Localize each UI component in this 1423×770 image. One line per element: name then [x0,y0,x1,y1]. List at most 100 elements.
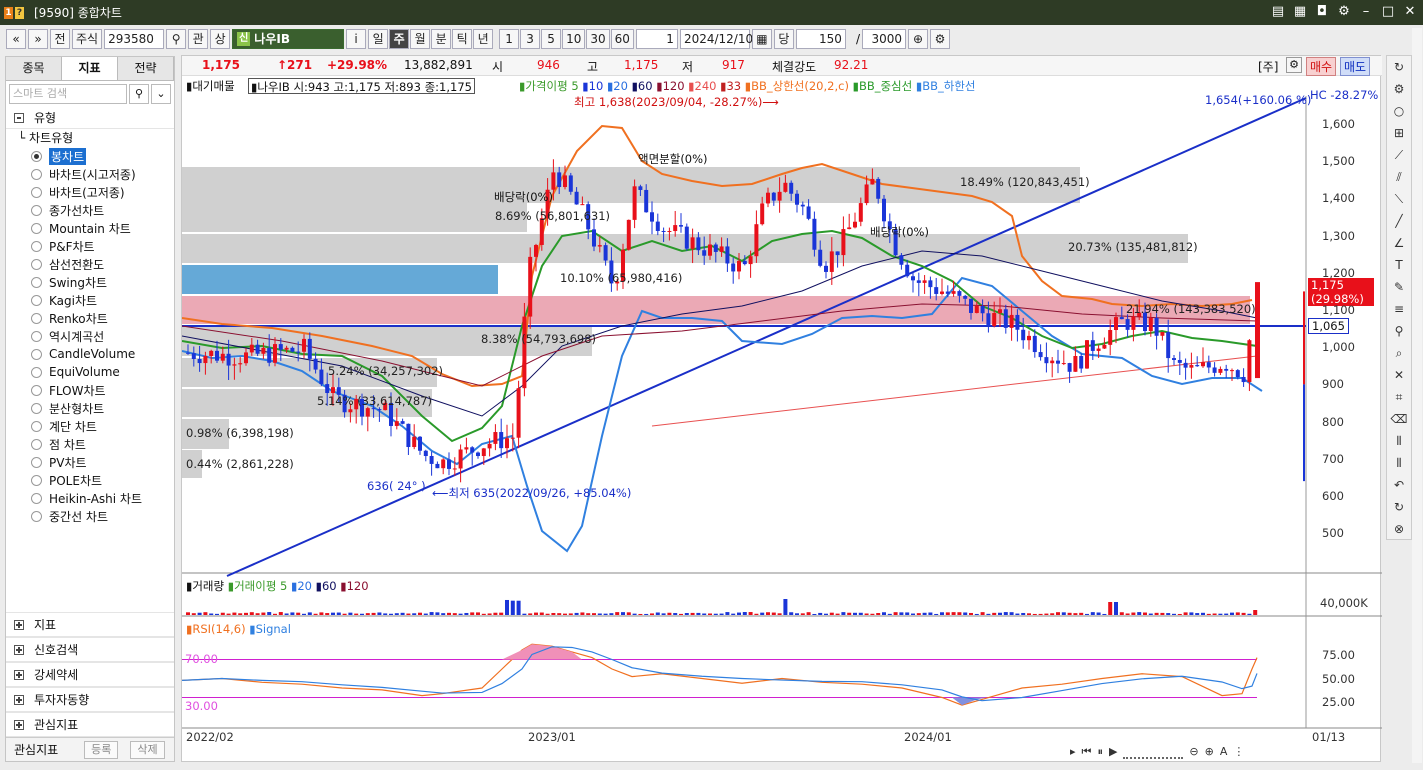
watch-button[interactable]: 관 [188,29,209,49]
chart-type-item[interactable]: P&F차트 [6,237,174,255]
radio-icon[interactable] [31,330,42,342]
vertical-scrollbar[interactable] [1412,28,1422,763]
chart-type-item[interactable]: CandleVolume [6,345,174,363]
today-button[interactable]: 당 [773,29,794,49]
toolbar-settings-icon[interactable]: ⚙ [929,29,950,49]
minute-button-1[interactable]: 3 [520,29,541,49]
bars-icon[interactable]: ⦀ [1387,430,1411,452]
radio-icon[interactable] [31,456,42,468]
register-button[interactable]: 등록 [84,740,119,759]
chart-type-item[interactable]: PV차트 [6,453,174,471]
undo-icon[interactable]: ↶ [1387,474,1411,496]
nav-prev-button[interactable]: « [6,29,26,49]
minimize-icon[interactable]: – [1357,3,1375,21]
expand-icon[interactable] [14,669,24,680]
angle-tool-icon[interactable]: ∠ [1387,232,1411,254]
chart-type-item[interactable]: 계단 차트 [6,417,174,435]
radio-icon[interactable] [31,474,42,486]
chart-type-item[interactable]: 바차트(고저종) [6,183,174,201]
expand-icon[interactable] [14,619,24,630]
zoom-slider[interactable] [1123,745,1184,759]
expand-icon[interactable] [14,694,24,705]
radio-icon[interactable] [31,168,42,180]
chart-type-item[interactable]: FLOW차트 [6,381,174,399]
chart-area[interactable]: 1,175 ↑271 +29.98% 13,882,891 시 946 고 1,… [181,55,1382,763]
radio-icon[interactable] [31,384,42,396]
radio-icon[interactable] [31,510,42,522]
radio-icon[interactable] [31,258,42,270]
pause-icon[interactable]: ⏸ [1097,745,1103,759]
crosshair-icon[interactable]: ✕ [1387,364,1411,386]
pen-tool-icon[interactable]: ✎ [1387,276,1411,298]
chart-type-item[interactable]: 삼선전환도 [6,255,174,273]
radio-icon[interactable] [31,222,42,234]
unit-input[interactable]: 1 [635,29,678,49]
max-count-input[interactable]: 3000 [861,29,906,49]
chart-type-item[interactable]: Heikin-Ashi 차트 [6,489,174,507]
section-item[interactable]: 관심지표 [6,712,174,737]
section-item[interactable]: 강세약세 [6,662,174,687]
zoom-out-icon[interactable]: ⊖ [1189,745,1198,759]
smart-search-input[interactable]: 스마트 검색 [9,84,127,104]
period-button-2[interactable]: 월 [410,29,431,49]
radio-icon[interactable] [31,186,42,198]
radio-icon[interactable] [31,312,42,324]
collapse-icon[interactable] [14,112,24,123]
zoom-tool-icon[interactable]: ⌕ [1387,342,1411,364]
delete-tool-icon[interactable]: ⊗ [1387,518,1411,540]
text-tool-icon[interactable]: T [1387,254,1411,276]
scroll-right-icon[interactable]: ▸ [1070,745,1076,759]
help-icon[interactable]: ? [15,6,24,19]
first-icon[interactable]: ⏮ [1082,745,1092,759]
period-button-0[interactable]: 일 [368,29,389,49]
radio-icon[interactable] [31,240,42,252]
magnifier-icon[interactable]: ⚲ [1387,320,1411,342]
zoom-icon[interactable]: ⊕ [907,29,928,49]
font-icon[interactable]: A [1220,745,1228,759]
radio-icon[interactable] [31,438,42,450]
close-icon[interactable]: ✕ [1401,3,1419,21]
tab-2[interactable]: 전략 [118,57,174,80]
trendline-tool-icon[interactable]: ⟋ [1387,144,1411,166]
minute-button-5[interactable]: 60 [610,29,634,49]
stock-name-field[interactable]: 신 나우IB [232,29,345,49]
capture-icon[interactable]: ▦ [1291,3,1309,21]
zoom-in-icon[interactable]: ⊕ [1205,745,1214,759]
period-button-4[interactable]: 틱 [452,29,473,49]
search-icon[interactable]: ⚲ [129,84,149,104]
chart-type-item[interactable]: 중간선 차트 [6,507,174,525]
refresh-icon[interactable]: ↻ [1387,56,1411,78]
chart-canvas[interactable] [182,56,1382,763]
chart-type-item[interactable]: 점 차트 [6,435,174,453]
radio-icon[interactable] [31,204,42,216]
prev-stock-button[interactable]: 전 [50,29,70,49]
ruler-icon[interactable]: ⊞ [1387,122,1411,144]
chart-nav-controls[interactable]: ▸ ⏮ ⏸ ▶ ⊖ ⊕ A ⋮ [1070,745,1360,759]
link-icon[interactable]: ▤ [1269,3,1287,21]
chart-type-item[interactable]: POLE차트 [6,471,174,489]
radio-icon[interactable] [31,348,42,360]
chart-type-item[interactable]: 분산형차트 [6,399,174,417]
play-icon[interactable]: ▶ [1109,745,1117,759]
line-tool-icon[interactable]: ╱ [1387,210,1411,232]
minute-button-3[interactable]: 10 [562,29,586,49]
upper-button[interactable]: 상 [210,29,231,49]
radio-icon[interactable] [31,402,42,414]
tree-parent[interactable]: └ 차트유형 [6,129,174,147]
period-button-1[interactable]: 주 [389,29,410,49]
section-item[interactable]: 지표 [6,612,174,637]
redo-icon[interactable]: ↻ [1387,496,1411,518]
calendar-icon[interactable]: ▦ [751,29,772,49]
section-item[interactable]: 신호검색 [6,637,174,662]
reset-icon[interactable]: ⋮ [1233,745,1244,759]
measure-icon[interactable]: ⌗ [1387,386,1411,408]
radio-icon[interactable] [31,150,42,162]
radio-icon[interactable] [31,492,42,504]
chart-type-item[interactable]: 봉차트 [6,147,174,165]
date-input[interactable]: 2024/12/10 [679,29,753,49]
chart-type-item[interactable]: 바차트(시고저종) [6,165,174,183]
radio-icon[interactable] [31,420,42,432]
expand-icon[interactable] [14,719,24,730]
bar-count-input[interactable]: 150 [795,29,846,49]
section-item[interactable]: 투자자동향 [6,687,174,712]
